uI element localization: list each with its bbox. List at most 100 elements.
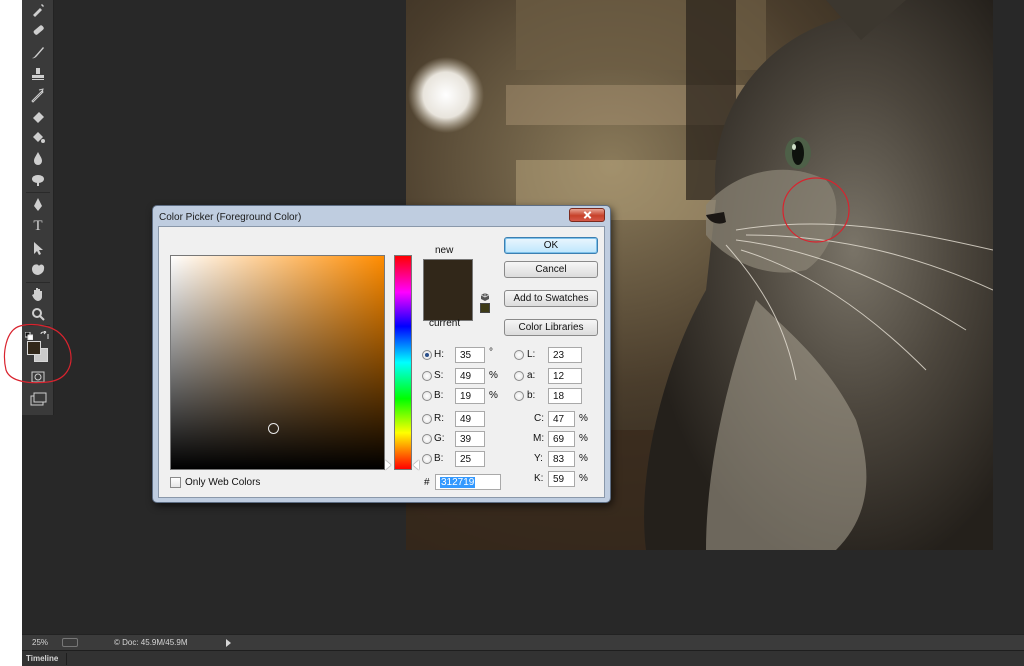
m-label: M: [533, 433, 545, 444]
status-view-icon[interactable] [62, 638, 78, 647]
screen-mode-button[interactable] [27, 390, 49, 408]
color-picker-dialog: Color Picker (Foreground Color) new curr… [152, 205, 611, 503]
annotation-circle [3, 323, 72, 384]
add-to-swatches-button[interactable]: Add to Swatches [504, 290, 598, 307]
a-field[interactable]: 12 [548, 368, 582, 384]
zoom-level[interactable]: 25% [32, 638, 48, 647]
radio-h[interactable] [422, 350, 432, 360]
h-field[interactable]: 35 [455, 347, 485, 363]
hue-slider-right-arrow-icon[interactable] [413, 460, 419, 470]
b-field[interactable]: 19 [455, 388, 485, 404]
k-field[interactable]: 59 [548, 471, 575, 487]
h-label: H: [434, 349, 444, 360]
eraser-tool-icon [33, 112, 44, 123]
status-bar: 25% © Doc: 45.9M/45.9M [22, 634, 1024, 650]
radio-l[interactable] [514, 350, 524, 360]
cancel-button[interactable]: Cancel [504, 261, 598, 278]
s-unit: % [489, 370, 498, 381]
c-field[interactable]: 47 [548, 411, 575, 427]
color-field-cursor[interactable] [268, 423, 279, 434]
hex-field[interactable]: 312719 [435, 474, 501, 490]
blue-field[interactable]: 25 [455, 451, 485, 467]
custom-shape-tool[interactable] [26, 259, 50, 279]
radio-g[interactable] [422, 434, 432, 444]
k-label: K: [534, 473, 544, 484]
blur-tool[interactable] [26, 148, 50, 168]
new-color-swatch [423, 259, 473, 290]
paint-bucket-tool[interactable] [26, 127, 50, 147]
blue-label: B: [434, 453, 444, 464]
s-label: S: [434, 370, 444, 381]
eyedropper-tool[interactable] [26, 0, 50, 20]
hand-tool[interactable] [26, 284, 50, 304]
hex-value-selected: 312719 [440, 477, 476, 488]
color-field[interactable] [170, 255, 385, 470]
close-button[interactable] [569, 208, 605, 222]
new-label: new [435, 245, 454, 256]
k-unit: % [579, 473, 588, 484]
only-web-colors-checkbox[interactable] [170, 477, 181, 488]
radio-b[interactable] [422, 391, 432, 401]
l-field[interactable]: 23 [548, 347, 582, 363]
healing-brush-tool-icon [33, 25, 44, 35]
radio-a[interactable] [514, 371, 524, 381]
lab-b-field[interactable]: 18 [548, 388, 582, 404]
c-unit: % [579, 413, 588, 424]
lab-b-label: b: [527, 390, 536, 401]
radio-s[interactable] [422, 371, 432, 381]
l-label: L: [527, 349, 536, 360]
hue-slider-left-arrow-icon[interactable] [385, 460, 391, 470]
r-label: R: [434, 413, 444, 424]
screen-mode-icon [30, 392, 47, 406]
brush-tool[interactable] [26, 42, 50, 62]
g-label: G: [434, 433, 445, 444]
radio-blue[interactable] [422, 454, 432, 464]
hex-label: # [424, 477, 430, 488]
status-menu-arrow-icon[interactable] [226, 639, 231, 647]
clone-stamp-tool-icon [32, 68, 44, 80]
healing-brush-tool[interactable] [26, 20, 50, 40]
hue-slider[interactable] [394, 255, 412, 470]
a-label: a: [527, 370, 536, 381]
color-libraries-button[interactable]: Color Libraries [504, 319, 598, 336]
radio-r[interactable] [422, 414, 432, 424]
type-tool-icon: T [33, 217, 43, 234]
y-unit: % [579, 453, 588, 464]
clone-stamp-tool[interactable] [26, 64, 50, 84]
b-unit: % [489, 390, 498, 401]
y-field[interactable]: 83 [548, 451, 575, 467]
brush-tool-icon [32, 47, 44, 59]
dodge-tool[interactable] [26, 169, 50, 189]
out-of-gamut-icon[interactable] [480, 289, 490, 301]
timeline-panel: Timeline [22, 650, 1024, 666]
pen-tool[interactable] [26, 195, 50, 215]
paint-bucket-tool-icon [33, 132, 45, 143]
current-color-swatch[interactable] [423, 290, 473, 321]
pen-tool-icon [34, 198, 42, 211]
m-field[interactable]: 69 [548, 431, 575, 447]
path-selection-tool[interactable] [26, 238, 50, 258]
gamut-color-swatch[interactable] [480, 303, 490, 313]
ok-button[interactable]: OK [504, 237, 598, 254]
dialog-title: Color Picker (Foreground Color) [159, 212, 302, 223]
tab-timeline[interactable]: Timeline [26, 654, 58, 663]
g-field[interactable]: 39 [455, 431, 485, 447]
history-brush-tool-icon [31, 88, 44, 103]
eraser-tool[interactable] [26, 106, 50, 126]
radio-lab-b[interactable] [514, 391, 524, 401]
s-field[interactable]: 49 [455, 368, 485, 384]
dodge-tool-icon [32, 175, 44, 186]
custom-shape-tool-icon [32, 264, 45, 275]
dialog-body: new current OK Cancel Add to Swatches Co… [158, 226, 605, 498]
y-label: Y: [534, 453, 543, 464]
c-label: C: [534, 413, 544, 424]
path-selection-tool-icon [34, 242, 43, 255]
h-unit: ° [489, 347, 493, 358]
history-brush-tool[interactable] [26, 85, 50, 105]
only-web-colors-label: Only Web Colors [185, 477, 261, 488]
r-field[interactable]: 49 [455, 411, 485, 427]
document-size: © Doc: 45.9M/45.9M [114, 638, 188, 647]
hand-tool-icon [32, 288, 42, 301]
type-tool[interactable]: T [26, 216, 50, 236]
eyedropper-tool-icon [33, 4, 44, 17]
